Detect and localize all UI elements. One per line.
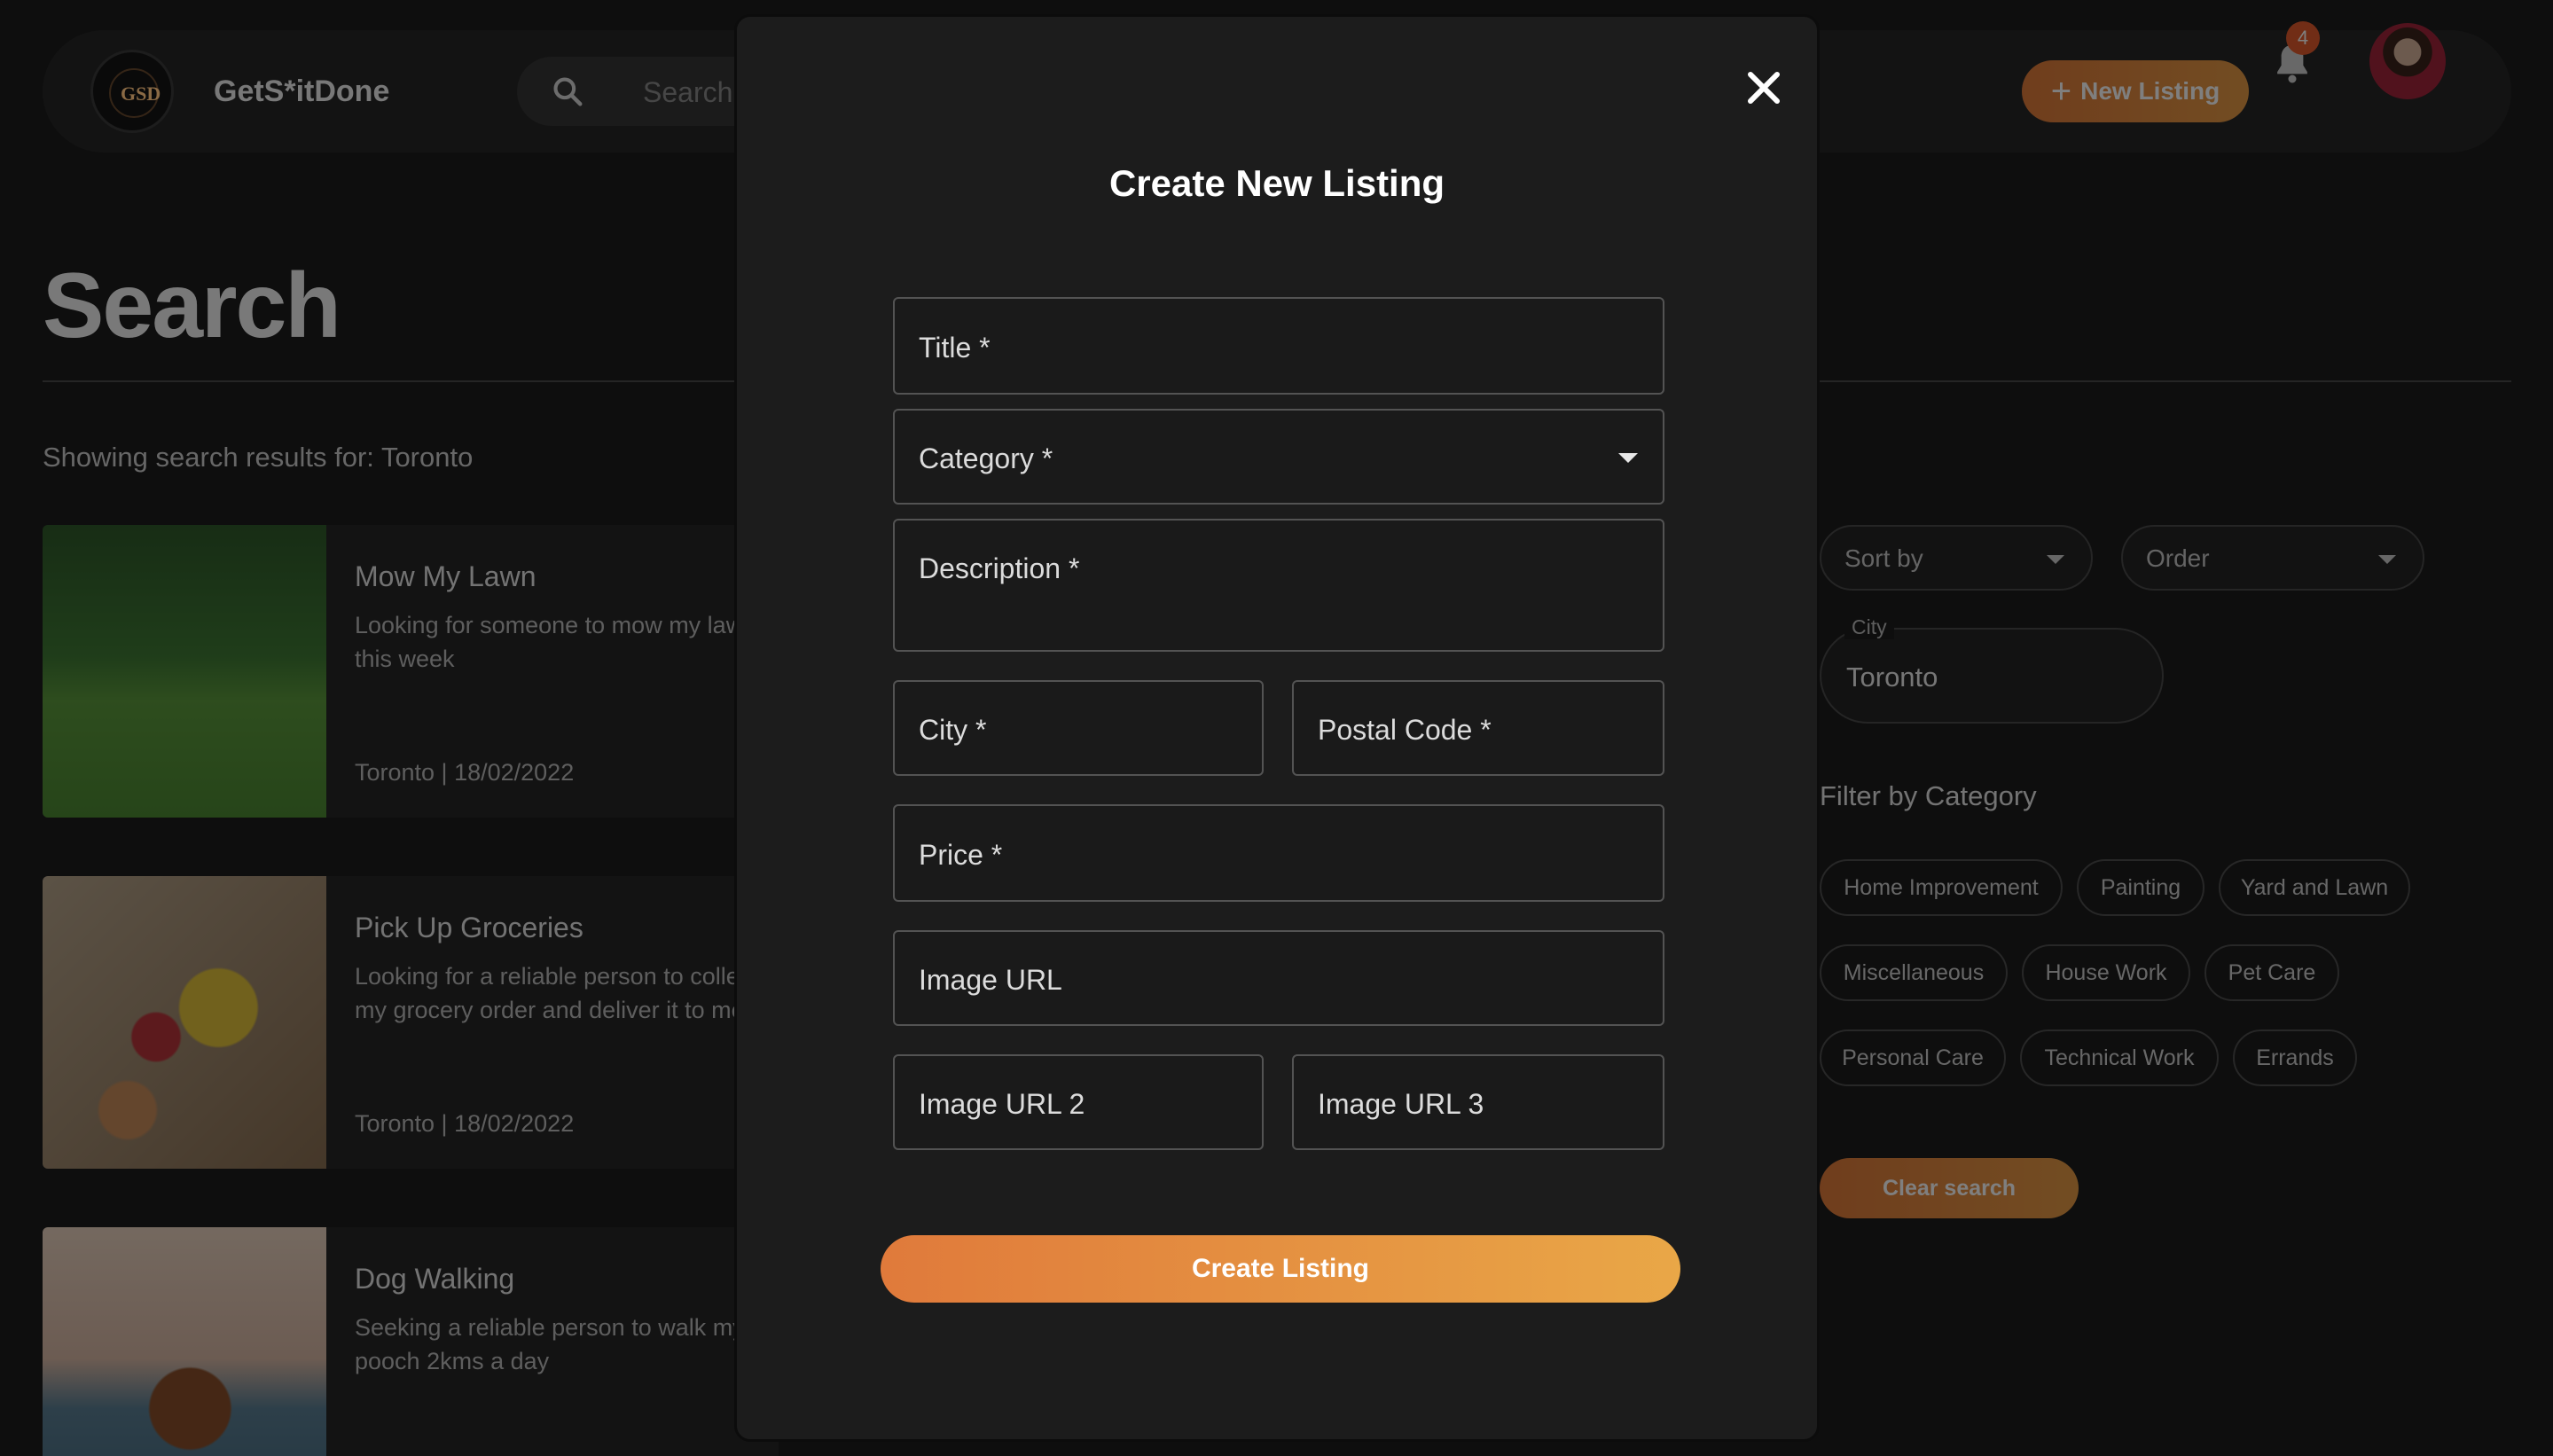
title-field-label: Title *: [919, 332, 991, 364]
chevron-down-icon: [1618, 453, 1638, 463]
image-url-2-field-label: Image URL 2: [919, 1088, 1085, 1120]
category-select-label: Category *: [919, 442, 1053, 474]
city-field[interactable]: City *: [893, 680, 1264, 776]
image-url-3-field-label: Image URL 3: [1318, 1088, 1484, 1120]
image-url-field[interactable]: Image URL: [893, 930, 1664, 1026]
category-select[interactable]: Category *: [893, 409, 1664, 505]
title-field[interactable]: Title *: [893, 297, 1664, 395]
price-field-label: Price *: [919, 839, 1003, 871]
image-url-field-label: Image URL: [919, 964, 1062, 996]
postal-code-field[interactable]: Postal Code *: [1292, 680, 1664, 776]
price-field[interactable]: Price *: [893, 804, 1664, 902]
image-url-3-field[interactable]: Image URL 3: [1292, 1054, 1664, 1150]
modal-title: Create New Listing: [1108, 162, 1445, 204]
description-field[interactable]: Description *: [893, 519, 1664, 652]
image-url-2-field[interactable]: Image URL 2: [893, 1054, 1264, 1150]
postal-code-field-label: Postal Code *: [1318, 714, 1492, 746]
close-icon[interactable]: [1737, 61, 1790, 114]
description-field-label: Description *: [919, 552, 1080, 584]
create-listing-modal: Create New Listing Title * Category * De…: [734, 14, 1820, 1442]
city-field-label: City *: [919, 714, 987, 746]
create-listing-button[interactable]: Create Listing: [881, 1235, 1680, 1303]
logo-text: GSD: [121, 82, 161, 105]
